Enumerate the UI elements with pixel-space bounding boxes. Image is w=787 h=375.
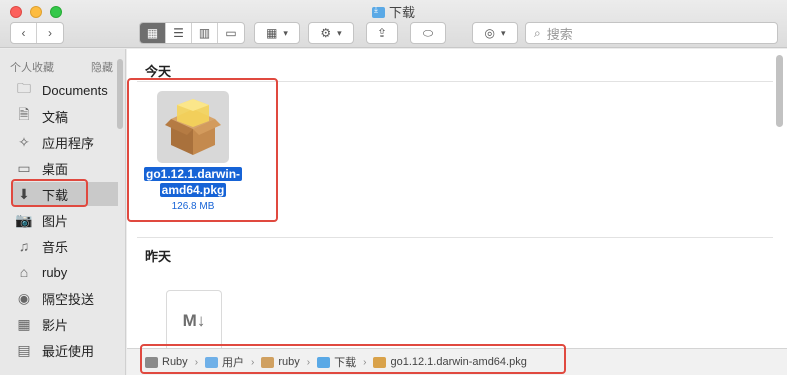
gallery-view-button[interactable]: ▭	[218, 23, 244, 43]
sidebar-header: 个人收藏	[10, 62, 54, 74]
chevron-right-icon: ›	[48, 26, 52, 40]
sidebar-item-music[interactable]: ♫ 音乐	[14, 234, 118, 258]
section-divider	[137, 237, 773, 238]
downloads-folder-icon	[371, 4, 385, 18]
highlight-box-file	[127, 78, 278, 222]
content-scrollbar[interactable]	[776, 55, 783, 127]
chevron-down-icon: ▾	[283, 27, 288, 38]
back-button[interactable]: ‹	[11, 23, 37, 43]
chevron-down-icon: ▾	[337, 27, 342, 38]
section-yesterday: 昨天	[145, 249, 172, 264]
sidebar: 个人收藏 隐藏 🗀 Documents 🗎 文稿 ✧ 应用程序 ▭ 桌面 ⬇ 下载 📷 图片…	[0, 49, 126, 375]
title-bar: 下载 ‹ › ▦ ☰ ▥ ▭ ▦▾ ⚙▾ ⇪ ⬭ ◎▾ ⌕搜索	[0, 0, 787, 48]
grid-icon: ▦	[266, 26, 278, 40]
film-icon: ▦	[17, 315, 31, 332]
eye-icon: ◎	[484, 26, 495, 40]
recents-icon: ▤	[17, 341, 31, 358]
applications-icon: ✧	[18, 133, 30, 150]
gallery-view-icon: ▭	[225, 26, 237, 40]
navigation-buttons: ‹ ›	[10, 22, 64, 44]
view-mode-segmented: ▦ ☰ ▥ ▭	[139, 22, 245, 44]
chevron-left-icon: ‹	[21, 26, 26, 40]
sidebar-item-home[interactable]: ⌂ ruby	[14, 260, 118, 284]
highlight-box-pathbar	[140, 344, 566, 374]
sidebar-item-wengao[interactable]: 🗎 文稿	[14, 104, 118, 128]
highlight-box-downloads	[11, 179, 88, 207]
tag-icon: ⬭	[422, 25, 434, 40]
document-icon: 🗎	[18, 106, 30, 122]
sidebar-item-desktop[interactable]: ▭ 桌面	[14, 156, 118, 180]
sidebar-item-airdrop[interactable]: ◉ 隔空投送	[14, 286, 118, 310]
sidebar-hide-link[interactable]: 隐藏	[91, 59, 113, 75]
column-view-icon: ▥	[198, 26, 211, 40]
sidebar-item-movies[interactable]: ▦ 影片	[14, 312, 118, 336]
desktop-icon: ▭	[17, 159, 31, 176]
forward-button[interactable]: ›	[37, 23, 63, 43]
search-input[interactable]: ⌕ 搜索	[525, 22, 778, 44]
view-options-button[interactable]: ◎ ▾	[472, 22, 518, 44]
camera-icon: 📷	[15, 211, 33, 228]
gear-icon: ⚙	[320, 26, 332, 40]
airdrop-icon: ◉	[17, 289, 31, 306]
sidebar-item-applications[interactable]: ✧ 应用程序	[14, 130, 118, 154]
column-view-button[interactable]: ▥	[192, 23, 218, 43]
sidebar-item-pictures[interactable]: 📷 图片	[14, 208, 118, 232]
list-view-icon: ☰	[173, 26, 184, 40]
list-view-button[interactable]: ☰	[166, 23, 192, 43]
icon-view-icon: ▦	[146, 26, 159, 40]
chevron-down-icon: ▾	[500, 27, 506, 38]
sidebar-item-documents[interactable]: 🗀 Documents	[14, 78, 118, 102]
search-icon: ⌕	[534, 25, 541, 40]
markdown-file-item[interactable]: M↓	[167, 291, 221, 351]
tags-button[interactable]: ⬭	[410, 22, 446, 44]
window-title: 下载	[0, 2, 787, 21]
music-note-icon: ♫	[18, 238, 30, 254]
sidebar-item-recents[interactable]: ▤ 最近使用	[14, 338, 118, 362]
home-icon: ⌂	[19, 264, 29, 280]
markdown-icon: M↓	[182, 311, 206, 330]
group-by-button[interactable]: ▦ ▾	[254, 22, 300, 44]
share-icon: ⇪	[376, 26, 388, 40]
action-button[interactable]: ⚙ ▾	[308, 22, 354, 44]
folder-icon: 🗀	[17, 80, 31, 96]
share-button[interactable]: ⇪	[366, 22, 398, 44]
file-browser-content: 今天 go1.12.1.darwin- amd64.pkg 126.8 MB 昨…	[127, 49, 787, 375]
icon-view-button[interactable]: ▦	[140, 23, 166, 43]
